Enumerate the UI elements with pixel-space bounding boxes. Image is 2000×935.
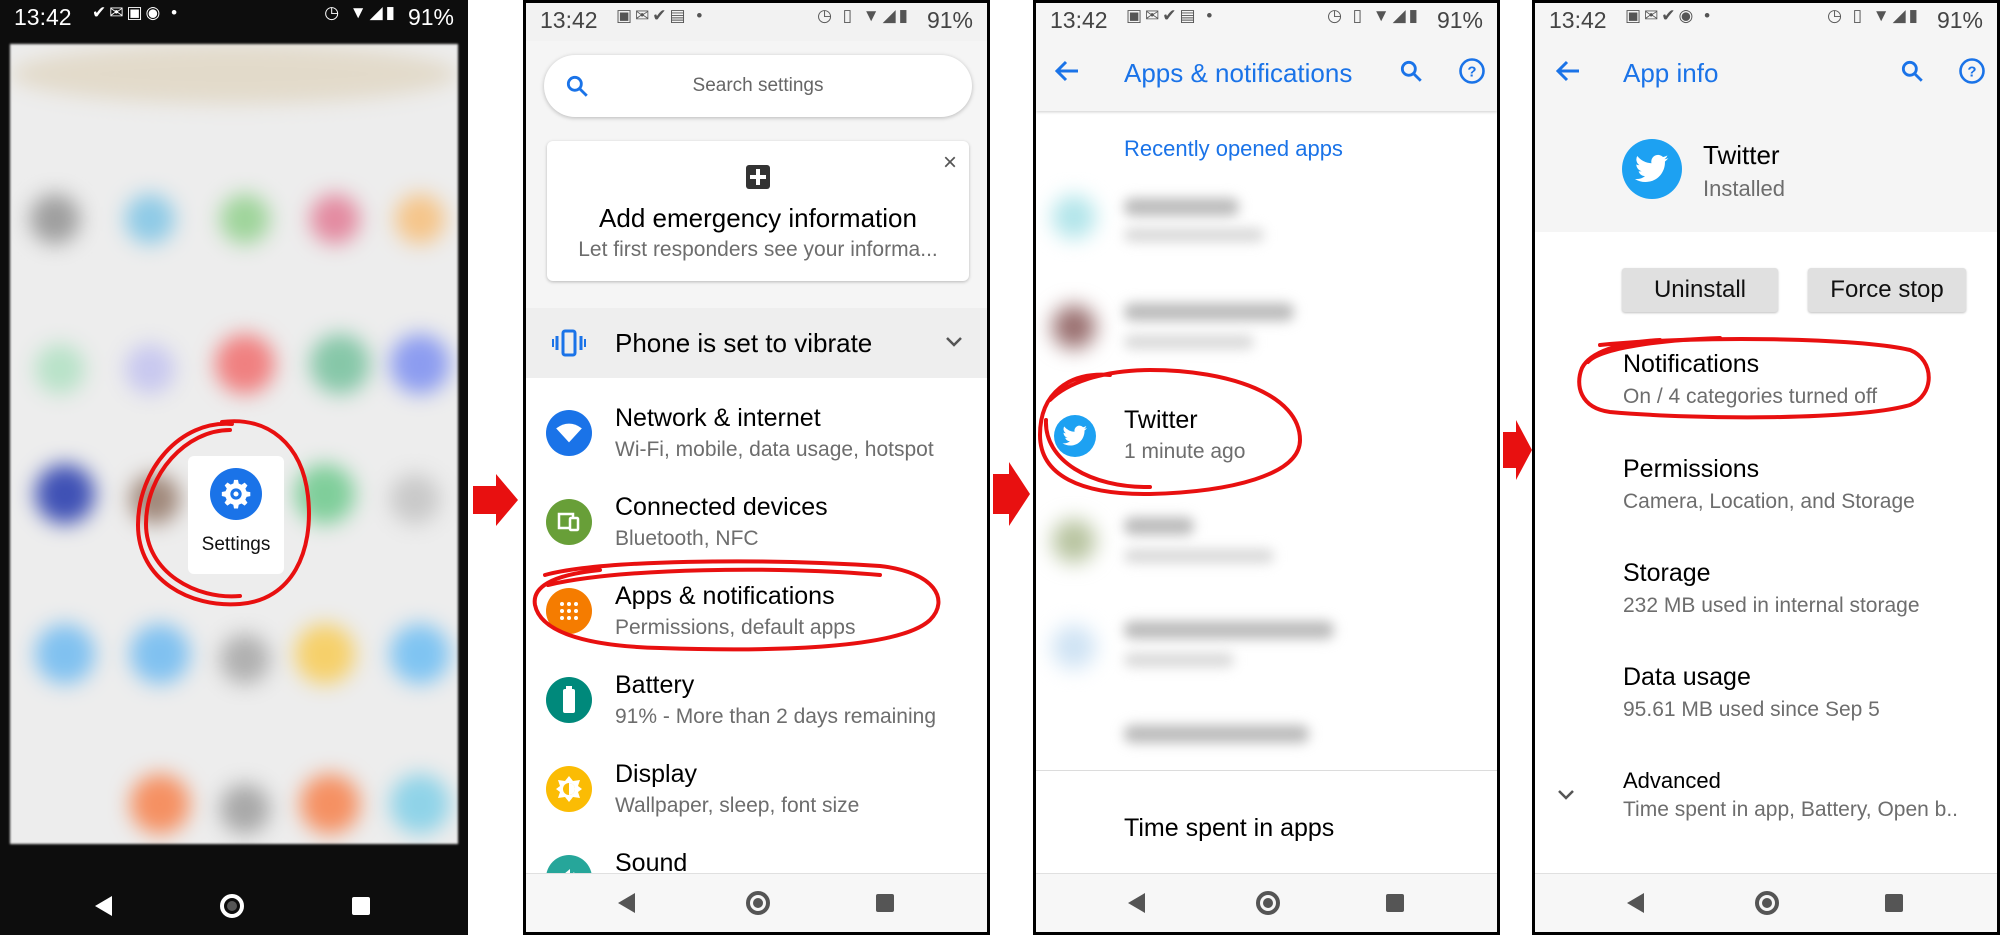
annotation-overlay [135,336,1931,652]
arrow-icon-2 [993,462,1030,526]
arrow-icon-3 [1503,420,1532,480]
highlight-circle-settings [135,419,311,607]
highlight-circle-twitter [1037,367,1303,497]
arrow-icon-1 [473,474,518,526]
highlight-circle-notifications [1577,336,1931,420]
highlight-circle-apps-notifications [532,559,941,652]
